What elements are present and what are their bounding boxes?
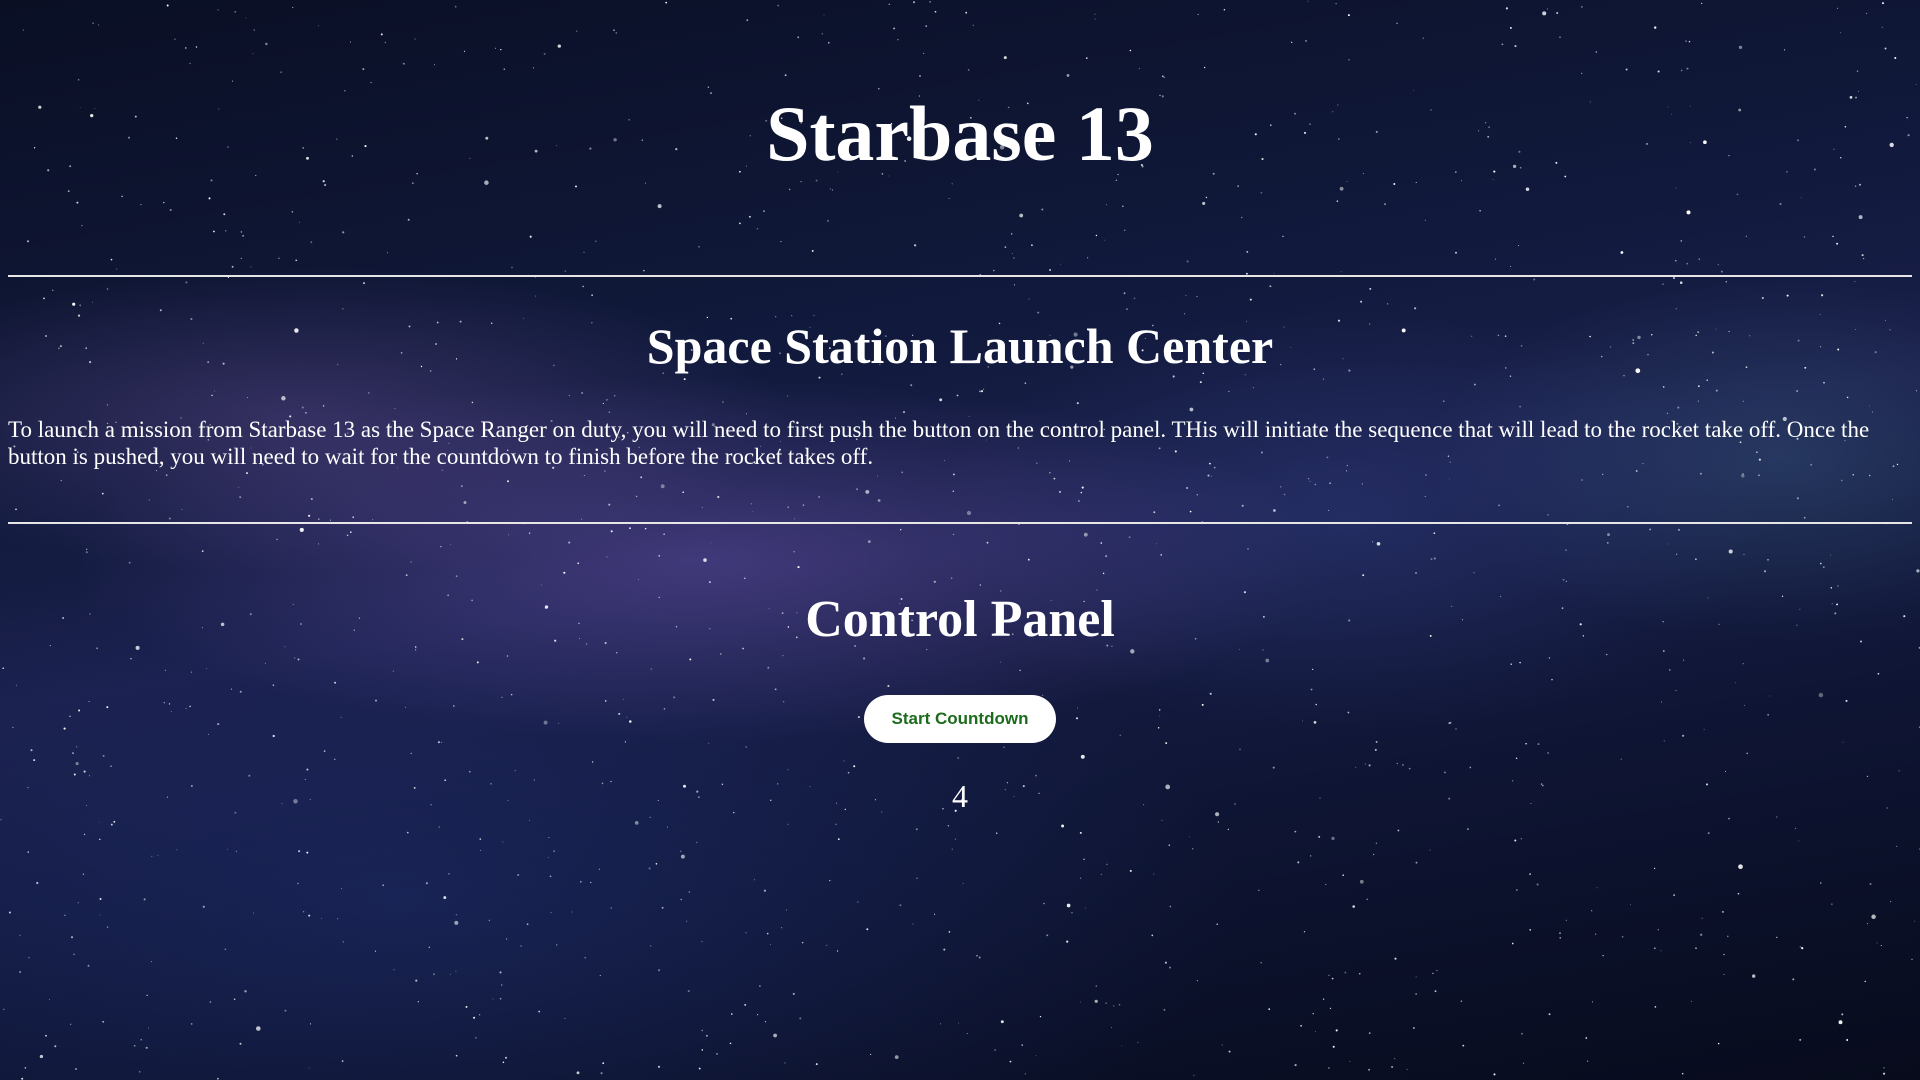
section-title-control-panel: Control Panel (805, 591, 1115, 648)
section-title-launch-center: Space Station Launch Center (646, 318, 1274, 374)
page-title: Starbase 13 (766, 90, 1154, 177)
start-countdown-button[interactable]: Start Countdown (864, 695, 1056, 743)
intro-paragraph: To launch a mission from Starbase 13 as … (8, 417, 1870, 469)
divider-bottom (8, 522, 1912, 524)
divider-top (8, 275, 1912, 277)
page-content: Starbase 13 Space Station Launch Center … (0, 0, 1920, 1080)
countdown-display: 4 (952, 778, 968, 814)
